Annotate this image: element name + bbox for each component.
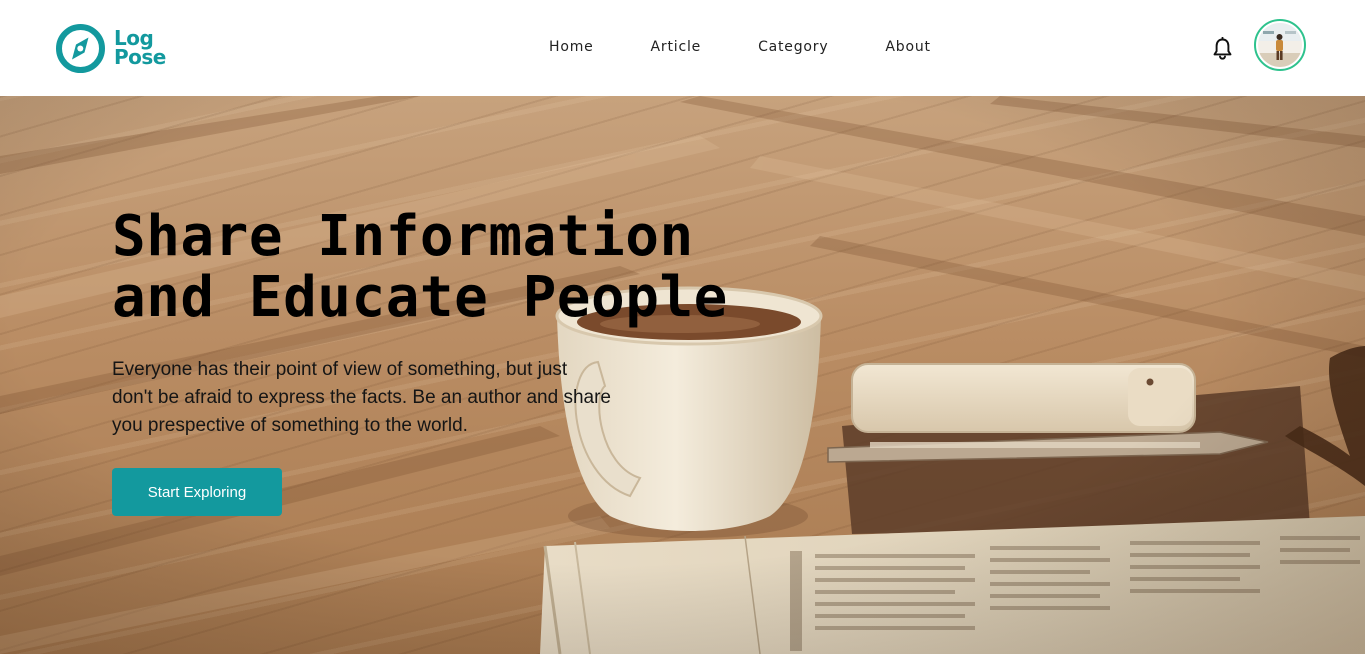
avatar-photo (1258, 23, 1302, 67)
nav-article[interactable]: Article (651, 38, 702, 56)
nav-about[interactable]: About (885, 38, 930, 56)
site-header: Log Pose Home Article Category About (0, 0, 1365, 96)
logo-word-pose: Pose (114, 45, 166, 69)
compass-logo-icon (56, 23, 105, 73)
avatar[interactable] (1254, 19, 1306, 71)
logo[interactable]: Log Pose (55, 22, 175, 74)
main-nav: Home Article Category About (549, 38, 931, 56)
start-exploring-button[interactable]: Start Exploring (112, 468, 282, 516)
hero-description: Everyone has their point of view of some… (112, 359, 612, 436)
logo-text: Log Pose (114, 28, 166, 69)
hero-section: Share Information and Educate People Eve… (0, 96, 1365, 654)
hero-title-line-1: Share Information (112, 204, 694, 269)
hero-title: Share Information and Educate People (112, 206, 812, 328)
bell-icon[interactable] (1212, 37, 1233, 60)
nav-category[interactable]: Category (758, 38, 828, 56)
nav-home[interactable]: Home (549, 38, 594, 56)
hero-title-line-2: and Educate People (112, 265, 728, 330)
